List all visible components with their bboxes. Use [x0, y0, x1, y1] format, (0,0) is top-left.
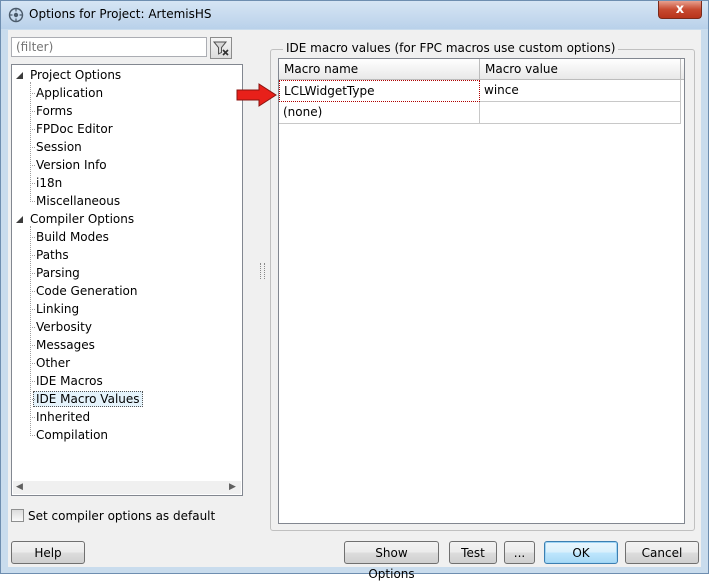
macro-name-cell[interactable]: LCLWidgetType — [279, 80, 480, 102]
grid-header: Macro name Macro value — [279, 59, 684, 80]
close-icon: x — [675, 2, 685, 17]
grid-row[interactable]: (none) — [279, 102, 684, 124]
tree-item[interactable]: Compilation — [30, 427, 109, 444]
tree-item-label: Version Info — [36, 158, 107, 172]
tree-item-label: i18n — [36, 176, 63, 190]
macro-value-cell[interactable]: wince — [480, 80, 681, 102]
tree-item-label: Forms — [36, 104, 73, 118]
tree-group-label: Project Options — [30, 68, 122, 82]
scroll-left-icon[interactable]: ◀ — [13, 481, 26, 494]
expanded-triangle-icon[interactable] — [16, 215, 25, 224]
expanded-triangle-icon[interactable] — [16, 71, 25, 80]
macro-values-grid[interactable]: Macro name Macro value LCLWidgetType win… — [278, 58, 685, 524]
tree-item-label: IDE Macros — [36, 374, 103, 388]
panel-splitter[interactable] — [260, 263, 265, 279]
tree-item[interactable]: Application — [30, 85, 104, 102]
tree-item[interactable]: Version Info — [30, 157, 107, 174]
options-tree[interactable]: Project Options Application Forms FPDoc Edi… — [11, 64, 243, 496]
tree-item-label: Verbosity — [36, 320, 92, 334]
macro-value-cell[interactable] — [480, 102, 681, 124]
tree-item[interactable]: Forms — [30, 103, 73, 120]
tree-item-label: IDE Macro Values — [33, 391, 143, 407]
lazarus-app-icon — [8, 7, 24, 23]
tree-item[interactable]: IDE Macros — [30, 373, 103, 390]
dialog-client-area: Project Options Application Forms FPDoc Edi… — [8, 30, 701, 581]
tree-item-label: Application — [36, 86, 104, 100]
tree-group-label: Compiler Options — [30, 212, 135, 226]
tree-item[interactable]: IDE Macro Values — [30, 391, 143, 408]
options-dialog: Options for Project: ArtemisHS x Project… — [0, 0, 709, 581]
cancel-button[interactable]: Cancel — [625, 541, 699, 564]
tree-item-label: Build Modes — [36, 230, 109, 244]
tree-item-label: Inherited — [36, 410, 91, 424]
scroll-right-icon[interactable]: ▶ — [226, 481, 239, 494]
tree-item-label: Miscellaneous — [36, 194, 121, 208]
tree-item-label: Linking — [36, 302, 80, 316]
tree-item-label: Messages — [36, 338, 95, 352]
tree-item[interactable]: Linking — [30, 301, 80, 318]
column-header-macro-value[interactable]: Macro value — [480, 59, 681, 79]
tree-vertical-line — [30, 226, 31, 436]
default-options-checkbox[interactable] — [11, 509, 24, 522]
show-options-button[interactable]: Show Options — [344, 541, 439, 581]
tree-horizontal-scrollbar[interactable]: ◀ ▶ — [13, 481, 241, 494]
grid-row[interactable]: LCLWidgetType wince — [279, 80, 684, 102]
tree-item[interactable]: Miscellaneous — [30, 193, 121, 210]
more-button[interactable]: ... — [504, 541, 535, 564]
help-button[interactable]: Help — [11, 541, 85, 564]
tree-item[interactable]: Paths — [30, 247, 69, 264]
tree-item[interactable]: FPDoc Editor — [30, 121, 113, 138]
tree-item[interactable]: Verbosity — [30, 319, 92, 336]
ok-button[interactable]: OK — [544, 541, 618, 564]
macro-name-cell[interactable]: (none) — [279, 102, 480, 124]
tree-item-label: Code Generation — [36, 284, 138, 298]
clear-filter-button[interactable] — [210, 37, 232, 59]
tree-group[interactable]: Compiler Options — [16, 211, 134, 228]
window-title: Options for Project: ArtemisHS — [29, 7, 212, 21]
tree-item[interactable]: Other — [30, 355, 71, 372]
tree-vertical-line — [30, 82, 31, 202]
funnel-clear-icon — [212, 41, 229, 56]
close-button[interactable]: x — [658, 1, 702, 19]
macro-values-title: IDE macro values (for FPC macros use cus… — [283, 41, 619, 55]
filter-input[interactable] — [11, 37, 207, 57]
tree-item-label: FPDoc Editor — [36, 122, 113, 136]
test-button[interactable]: Test — [449, 541, 497, 564]
tree-item-label: Parsing — [36, 266, 80, 280]
tree-item-label: Paths — [36, 248, 69, 262]
tree-item-label: Session — [36, 140, 82, 154]
tree-item[interactable]: Build Modes — [30, 229, 109, 246]
tree-item[interactable]: Parsing — [30, 265, 80, 282]
red-arrow-icon — [236, 83, 277, 107]
tree-item[interactable]: i18n — [30, 175, 63, 192]
tree-item-label: Other — [36, 356, 71, 370]
tree-item[interactable]: Messages — [30, 337, 95, 354]
tree-item-label: Compilation — [36, 428, 109, 442]
default-options-label: Set compiler options as default — [28, 509, 216, 523]
tree-item[interactable]: Code Generation — [30, 283, 138, 300]
column-header-macro-name[interactable]: Macro name — [279, 59, 480, 79]
tree-group[interactable]: Project Options — [16, 67, 121, 84]
tree-item[interactable]: Session — [30, 139, 82, 156]
tree-item[interactable]: Inherited — [30, 409, 91, 426]
title-bar: Options for Project: ArtemisHS x — [1, 1, 708, 29]
